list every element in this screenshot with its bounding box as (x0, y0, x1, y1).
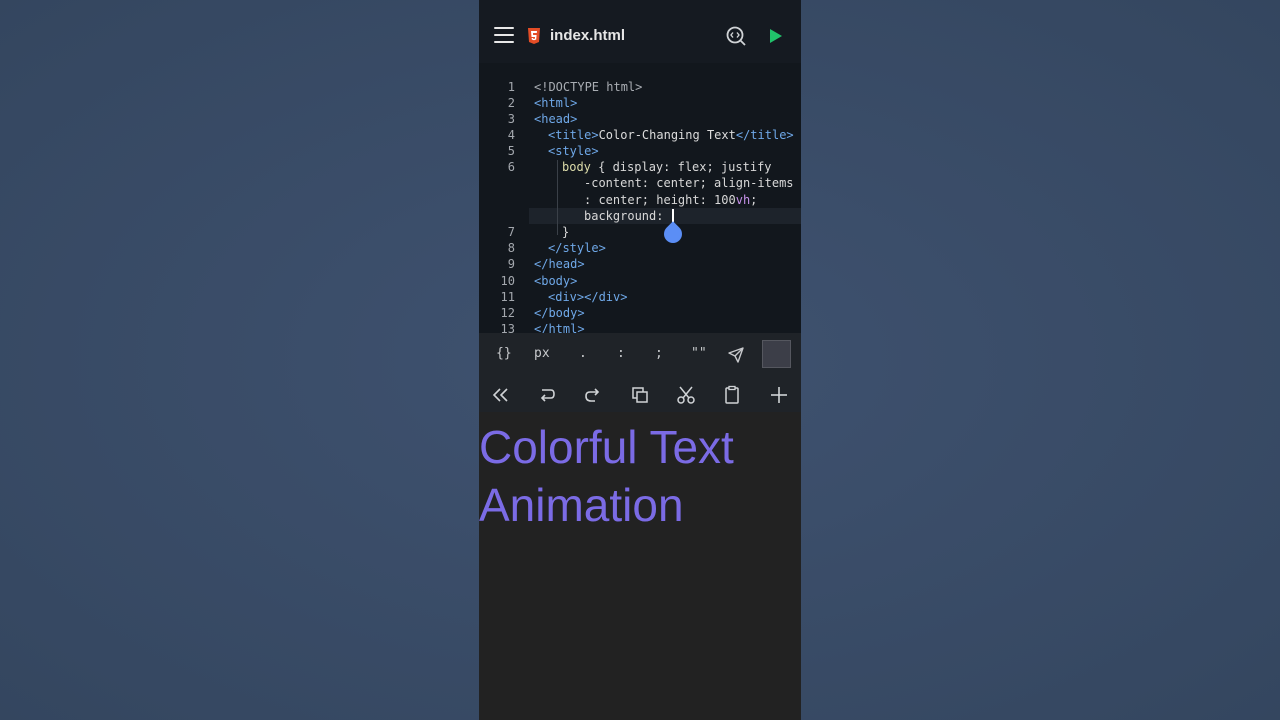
line-number: 1 (507, 80, 515, 94)
line-number: 7 (507, 225, 515, 239)
title-open-tag: <title> (548, 128, 599, 142)
shortcut-px-key[interactable]: px (534, 346, 550, 361)
file-name-title[interactable]: index.html (550, 27, 625, 44)
style-open-tag: <style> (548, 144, 599, 158)
preview-heading: Colorful Text Animation (479, 418, 801, 534)
code-line: <!DOCTYPE html> (534, 79, 642, 95)
shortcut-colon-key[interactable]: : (617, 346, 625, 361)
line-number: 10 (500, 274, 515, 288)
indent-guide (557, 160, 558, 235)
line-number: 13 (500, 322, 515, 333)
css-semicolon: ; (750, 193, 758, 207)
code-line: </html> (534, 321, 585, 333)
css-close-brace: } (562, 225, 570, 239)
body-open-tag: <body> (534, 274, 578, 288)
shortcut-braces-key[interactable]: {} (496, 346, 512, 361)
paste-clipboard-icon[interactable] (722, 385, 742, 405)
cut-scissors-icon[interactable] (676, 385, 696, 405)
code-line: </body> (534, 305, 585, 321)
shortcut-keys-bar: {} px . : ; "" (479, 333, 801, 376)
line-number: 3 (507, 112, 515, 126)
css-rule-text: -content: center; align-items (584, 176, 794, 190)
code-editor[interactable]: 1 2 3 4 5 6 7 8 9 10 11 12 13 <!DOCTYPE … (479, 63, 801, 333)
shortcut-dot-key[interactable]: . (579, 346, 587, 361)
hamburger-menu-icon[interactable] (494, 27, 514, 43)
double-chevron-left-icon[interactable] (491, 385, 511, 405)
title-text: Color-Changing Text (598, 128, 736, 142)
line-number: 12 (500, 306, 515, 320)
line-number: 2 (507, 96, 515, 110)
code-line: } (562, 224, 569, 240)
code-line: <style> (548, 143, 599, 159)
title-close-tag: </title> (735, 128, 794, 142)
html-open-tag: <html> (534, 96, 578, 110)
doctype-text: <!DOCTYPE html> (534, 80, 643, 94)
phone-screen: index.html 1 2 3 4 5 6 7 8 9 10 11 12 13 (479, 0, 801, 720)
code-preview-search-icon[interactable] (726, 26, 746, 46)
code-line-wrap: -content: center; align-items (584, 175, 794, 191)
shortcut-quotes-key[interactable]: "" (691, 346, 707, 361)
app-bar: index.html (479, 0, 801, 63)
cursor-drag-handle[interactable] (660, 221, 686, 247)
code-line-wrap: background: (584, 208, 671, 224)
css-rule-text: { display: flex; justify (590, 160, 772, 174)
code-line: body { display: flex; justify (562, 159, 772, 175)
line-number: 11 (500, 290, 515, 304)
code-line: <html> (534, 95, 577, 111)
head-open-tag: <head> (534, 112, 578, 126)
line-number: 5 (507, 144, 515, 158)
html-close-tag: </html> (534, 322, 585, 333)
code-line: <div></div> (548, 289, 627, 305)
redo-icon[interactable] (583, 385, 603, 405)
code-line: <body> (534, 273, 577, 289)
code-line-wrap: : center; height: 100vh; (584, 192, 757, 208)
body-close-tag: </body> (534, 306, 585, 320)
css-background-property: background: (584, 209, 671, 223)
color-picker-swatch[interactable] (762, 340, 791, 368)
css-rule-text: : center; height: 100 (584, 193, 736, 207)
line-number: 4 (507, 128, 515, 142)
send-arrow-icon[interactable] (728, 347, 744, 363)
css-selector: body (562, 160, 591, 174)
line-number: 6 (507, 160, 515, 174)
add-plus-icon[interactable] (769, 385, 789, 405)
head-close-tag: </head> (534, 257, 585, 271)
code-line: </style> (548, 240, 606, 256)
preview-line-2: Animation (479, 479, 684, 531)
div-tag: <div></div> (548, 290, 628, 304)
code-line: <head> (534, 111, 577, 127)
run-play-icon[interactable] (769, 28, 783, 44)
html5-file-icon (528, 28, 540, 44)
edit-toolbar (479, 376, 801, 412)
shortcut-semicolon-key[interactable]: ; (655, 346, 663, 361)
live-preview-pane: Colorful Text Animation (479, 412, 801, 720)
line-number: 9 (507, 257, 515, 271)
copy-icon[interactable] (630, 385, 650, 405)
css-unit: vh (735, 193, 751, 207)
preview-line-1: Colorful Text (479, 421, 734, 473)
style-close-tag: </style> (548, 241, 606, 255)
code-line: </head> (534, 256, 585, 272)
line-number: 8 (507, 241, 515, 255)
code-line: <title>Color-Changing Text</title> (548, 127, 794, 143)
undo-icon[interactable] (537, 385, 557, 405)
